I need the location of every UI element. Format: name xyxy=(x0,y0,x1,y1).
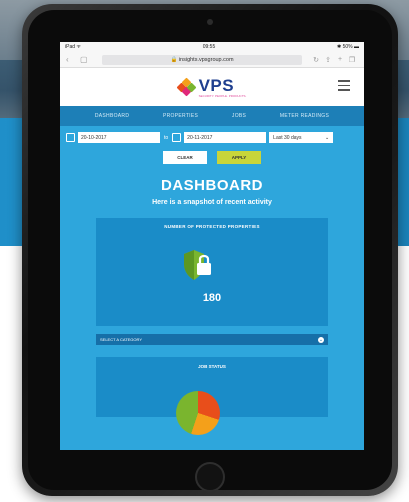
shield-lock-icon xyxy=(184,250,211,280)
back-icon[interactable]: ‹ xyxy=(66,55,80,64)
to-date-value: 20-11-2017 xyxy=(187,134,213,141)
time-label: 09:55 xyxy=(202,44,216,50)
carrier-label: iPad ᯤ xyxy=(65,44,81,50)
category-label: SELECT A CATEGORY xyxy=(100,337,143,342)
calendar-icon[interactable] xyxy=(172,133,182,142)
card-heading: NUMBER OF PROTECTED PROPERTIES xyxy=(164,224,260,229)
range-select[interactable]: Last 30 days ⌄ xyxy=(269,132,334,143)
to-date-input[interactable]: 20-11-2017 xyxy=(184,132,267,143)
status-bar: iPad ᯤ 09:55 ✱ 50% ▬ xyxy=(60,42,364,52)
nav-meter-readings[interactable]: METER READINGS xyxy=(280,113,329,119)
menu-icon[interactable] xyxy=(338,80,350,94)
bookmarks-icon[interactable]: ▢ xyxy=(80,55,94,64)
url-text: 🔒 insights.vpsgroup.com xyxy=(170,56,234,63)
logo-tagline: SECURITY. PEOPLE. PRODUCTS. xyxy=(198,94,247,98)
vps-logo[interactable]: VPS SECURITY. PEOPLE. PRODUCTS. xyxy=(176,76,247,98)
category-select[interactable]: SELECT A CATEGORY ⌄ xyxy=(96,334,328,345)
chevron-down-icon: ⌄ xyxy=(318,336,324,343)
new-tab-icon[interactable]: + xyxy=(334,56,346,63)
page-title: DASHBOARD xyxy=(161,177,263,194)
filter-buttons: CLEAR APPLY xyxy=(60,151,364,164)
top-nav: DASHBOARD PROPERTIES JOBS METER READINGS xyxy=(60,106,364,126)
to-label: to xyxy=(164,134,169,141)
protected-properties-card: NUMBER OF PROTECTED PROPERTIES 180 xyxy=(96,218,328,326)
date-filters: 20-10-2017 to 20-11-2017 Last 30 days ⌄ xyxy=(60,126,364,143)
chevron-down-icon: ⌄ xyxy=(324,134,330,141)
job-status-pie xyxy=(176,391,220,435)
nav-dashboard[interactable]: DASHBOARD xyxy=(95,113,129,119)
nav-jobs[interactable]: JOBS xyxy=(232,113,246,119)
share-icon[interactable]: ⇪ xyxy=(322,56,334,64)
camera-icon xyxy=(207,19,213,25)
range-value: Last 30 days xyxy=(273,134,302,141)
page-subtitle: Here is a snapshot of recent activity xyxy=(152,199,272,206)
logo-mark-icon xyxy=(176,77,197,97)
reload-icon[interactable]: ↻ xyxy=(310,56,322,64)
tabs-icon[interactable]: ❐ xyxy=(346,56,358,64)
battery-label: ✱ 50% ▬ xyxy=(337,44,359,50)
apply-button[interactable]: APPLY xyxy=(217,151,261,164)
site-header: VPS SECURITY. PEOPLE. PRODUCTS. xyxy=(60,68,364,106)
from-date-input[interactable]: 20-10-2017 xyxy=(78,132,160,143)
logo-text: VPS xyxy=(198,76,235,95)
calendar-icon[interactable] xyxy=(66,133,75,142)
screen: iPad ᯤ 09:55 ✱ 50% ▬ ‹ ▢ 🔒 insights.vpsg… xyxy=(60,42,364,450)
clear-button[interactable]: CLEAR xyxy=(163,151,207,164)
browser-toolbar: ‹ ▢ 🔒 insights.vpsgroup.com ↻ ⇪ + ❐ xyxy=(60,52,364,68)
from-date-value: 20-10-2017 xyxy=(81,134,107,141)
home-button[interactable] xyxy=(195,462,225,492)
url-field[interactable]: 🔒 insights.vpsgroup.com xyxy=(102,54,302,65)
protected-count: 180 xyxy=(202,292,222,304)
nav-properties[interactable]: PROPERTIES xyxy=(163,113,198,119)
job-status-card: JOB STATUS xyxy=(96,357,328,435)
card-heading: JOB STATUS xyxy=(198,364,226,369)
